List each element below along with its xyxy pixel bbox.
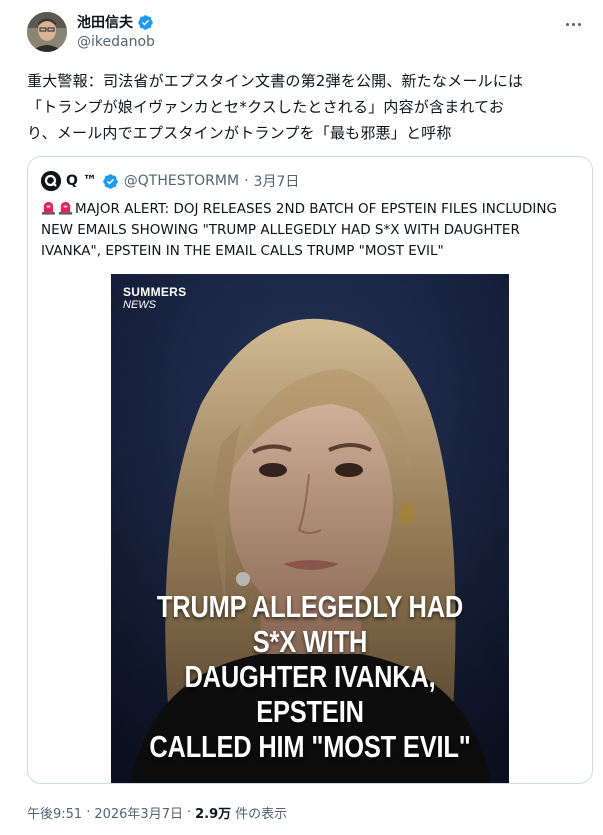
quote-text-line-1: MAJOR ALERT: DOJ RELEASES 2ND BATCH OF E… [75, 201, 557, 217]
author-handle[interactable]: @ikedanob [77, 33, 155, 51]
meta-separator: · [186, 805, 192, 820]
author-avatar[interactable] [27, 12, 67, 52]
quote-media-image[interactable]: SUMMERS NEWS TRUMP ALLEGEDLY HAD S*X WIT… [111, 274, 509, 783]
caption-line: TRUMP ALLEGEDLY HAD S*X WITH [156, 589, 464, 659]
siren-icon [41, 201, 56, 215]
tweet-footer: 午後9:51 · 2026年3月7日 · 2.9万 件の表示 [27, 803, 287, 822]
quote-text-line: MAJOR ALERT: DOJ RELEASES 2ND BATCH OF E… [41, 199, 586, 220]
verified-badge-icon [138, 15, 153, 30]
quote-display-name[interactable]: Q ™ [66, 173, 97, 189]
brand-line-1: SUMMERS [123, 285, 187, 299]
brand-line-2: NEWS [123, 299, 156, 311]
meta-separator: · [244, 173, 249, 189]
quote-text-line: IVANKA", EPSTEIN IN THE EMAIL CALLS TRUM… [41, 243, 444, 259]
quote-header: Q ™ @QTHESTORMM · 3月7日 [41, 170, 299, 192]
news-brand-logo: SUMMERS NEWS [123, 286, 186, 312]
quote-avatar[interactable] [41, 171, 61, 191]
tweet-text-line: 重大警報：司法省がエプスタイン文書の第2弾を公開、新たなメールには [27, 72, 524, 90]
quote-handle[interactable]: @QTHESTORMM [124, 173, 239, 189]
tweet-text-line: り、メール内でエプスタインがトランプを「最も邪悪」と呼称 [27, 124, 452, 142]
quote-text-line: NEW EMAILS SHOWING "TRUMP ALLEGEDLY HAD … [41, 222, 520, 238]
caption-line: DAUGHTER IVANKA, EPSTEIN [184, 659, 436, 729]
caption-line: CALLED HIM "MOST EVIL" [149, 729, 471, 764]
quoted-tweet[interactable]: Q ™ @QTHESTORMM · 3月7日 MAJOR ALERT: DOJ … [27, 156, 593, 784]
views-label[interactable]: 件の表示 [235, 803, 287, 822]
tweet-text-line: 「トランプが娘イヴァンカとセ*クスしたとされる」内容が含まれてお [27, 98, 505, 116]
image-caption: TRUMP ALLEGEDLY HAD S*X WITH DAUGHTER IV… [147, 589, 473, 764]
author-display-name[interactable]: 池田信夫 [77, 14, 133, 32]
quote-date[interactable]: 3月7日 [254, 171, 300, 191]
post-time[interactable]: 午後9:51 [27, 803, 82, 822]
post-date[interactable]: 2026年3月7日 [94, 803, 183, 822]
views-count[interactable]: 2.9万 [195, 803, 231, 822]
tweet-header: 池田信夫 @ikedanob [27, 10, 587, 54]
siren-icon [58, 201, 73, 215]
verified-badge-icon [103, 173, 118, 189]
more-options-icon[interactable] [561, 14, 585, 34]
tweet-text: 重大警報：司法省がエプスタイン文書の第2弾を公開、新たなメールには 「トランプが… [27, 68, 587, 146]
quote-text: MAJOR ALERT: DOJ RELEASES 2ND BATCH OF E… [41, 199, 586, 262]
meta-separator: · [86, 805, 91, 820]
